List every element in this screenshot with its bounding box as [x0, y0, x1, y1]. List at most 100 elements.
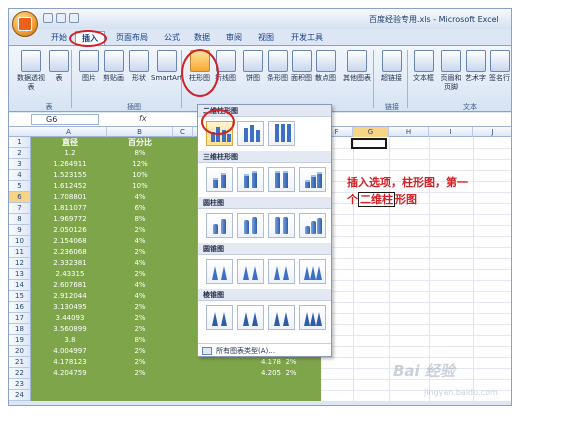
wordart-button[interactable]: 艺术字 [465, 50, 486, 83]
cone-stacked-icon[interactable] [237, 259, 264, 284]
redo-icon[interactable] [69, 13, 79, 23]
row-header[interactable]: 4 [9, 170, 31, 181]
cylinder-3d-icon[interactable] [299, 213, 326, 238]
area-chart-button[interactable]: 面积图 [291, 50, 312, 83]
column-header-g[interactable]: G [353, 127, 389, 137]
section-cylinder: 圆柱图 [198, 197, 331, 209]
cylinder-clustered-icon[interactable] [206, 213, 233, 238]
scatter-chart-button[interactable]: 散点图 [315, 50, 336, 83]
office-button[interactable] [12, 11, 38, 37]
row-header[interactable]: 6 [9, 192, 31, 203]
other-charts-button[interactable]: 其他图表 [343, 50, 371, 83]
gridline [321, 269, 511, 270]
cell-b: 2% [134, 369, 146, 377]
row-header[interactable]: 15 [9, 291, 31, 302]
fx-label[interactable]: fx [139, 114, 147, 123]
gridline [321, 357, 511, 358]
row-header[interactable]: 3 [9, 159, 31, 170]
column-header-i[interactable]: I [429, 127, 473, 137]
3d-stacked-column-icon[interactable] [237, 167, 264, 192]
row-header[interactable]: 8 [9, 214, 31, 225]
row-header[interactable]: 23 [9, 379, 31, 390]
row-header[interactable]: 18 [9, 324, 31, 335]
cell-b: 2% [134, 347, 146, 355]
cone-3d-icon[interactable] [299, 259, 326, 284]
annotation-text: 插入选项，柱形图，第一 个二维柱 形图 [347, 174, 497, 208]
pyramid-clustered-icon[interactable] [206, 305, 233, 330]
gallery-row-pyramid [206, 305, 326, 330]
row-header[interactable]: 12 [9, 258, 31, 269]
text-box-button[interactable]: 文本框 [413, 50, 434, 83]
row-header[interactable]: 5 [9, 181, 31, 192]
cell-a: 4.004997 [53, 347, 87, 355]
section-cone: 圆锥图 [198, 243, 331, 255]
save-icon[interactable] [43, 13, 53, 23]
row-header[interactable]: 24 [9, 390, 31, 401]
page: 百度经验专用.xls - Microsoft Excel 开始 插入 页面布局 … [0, 0, 568, 433]
pyramid-3d-icon[interactable] [299, 305, 326, 330]
row-header[interactable]: 9 [9, 225, 31, 236]
gridline [321, 324, 511, 325]
group-label-tables: 表 [45, 103, 53, 111]
column-header-c[interactable]: C [173, 127, 193, 137]
smartart-button[interactable]: SmartArt [151, 50, 183, 83]
tab-review[interactable]: 审阅 [221, 31, 247, 45]
bar-chart-button[interactable]: 条形图 [267, 50, 288, 83]
pyramid-percent-icon[interactable] [268, 305, 295, 330]
clip-art-button[interactable]: 剪贴画 [103, 50, 124, 83]
row-header[interactable]: 17 [9, 313, 31, 324]
pyramid-stacked-icon[interactable] [237, 305, 264, 330]
cone-clustered-icon[interactable] [206, 259, 233, 284]
cone-percent-icon[interactable] [268, 259, 295, 284]
row-header[interactable]: 2 [9, 148, 31, 159]
selected-cell-g6[interactable] [351, 138, 387, 149]
gridline [321, 225, 511, 226]
row-header[interactable]: 1 [9, 137, 31, 148]
hyperlink-button[interactable]: 超链接 [381, 50, 402, 83]
shapes-button[interactable]: 形状 [129, 50, 149, 83]
cell-a: 3.560899 [53, 325, 87, 333]
row-header[interactable]: 22 [9, 368, 31, 379]
percent-stacked-column-icon[interactable] [268, 121, 295, 146]
cell-a: 4.178123 [53, 358, 87, 366]
pivot-table-button[interactable]: 数据透视表 [17, 50, 45, 92]
column-header-b[interactable]: B [107, 127, 173, 137]
3d-clustered-column-icon[interactable] [206, 167, 233, 192]
3d-column-icon[interactable] [299, 167, 326, 192]
row-header[interactable]: 19 [9, 335, 31, 346]
tab-page-layout[interactable]: 页面布局 [109, 31, 155, 45]
header-footer-button[interactable]: 页眉和页脚 [439, 50, 463, 92]
row-header[interactable]: 7 [9, 203, 31, 214]
3d-percent-column-icon[interactable] [268, 167, 295, 192]
row-header[interactable]: 13 [9, 269, 31, 280]
cylinder-percent-icon[interactable] [268, 213, 295, 238]
column-header-j[interactable]: J [473, 127, 511, 137]
row-header[interactable]: 11 [9, 247, 31, 258]
tab-view[interactable]: 视图 [253, 31, 279, 45]
row-header[interactable]: 14 [9, 280, 31, 291]
row-header[interactable]: 10 [9, 236, 31, 247]
gridline [321, 236, 511, 237]
column-header-a[interactable]: A [31, 127, 107, 137]
group-separator [373, 50, 374, 108]
undo-icon[interactable] [56, 13, 66, 23]
all-chart-types-link[interactable]: 所有图表类型(A)... [198, 343, 331, 357]
row-header[interactable]: 21 [9, 357, 31, 368]
cylinder-stacked-icon[interactable] [237, 213, 264, 238]
tab-formulas[interactable]: 公式 [159, 31, 185, 45]
picture-button[interactable]: 图片 [79, 50, 99, 83]
column-header-h[interactable]: H [389, 127, 429, 137]
stacked-column-icon[interactable] [237, 121, 264, 146]
gridline [321, 159, 511, 160]
row-header[interactable]: 20 [9, 346, 31, 357]
signature-line-button[interactable]: 签名行 [489, 50, 510, 83]
area-chart-icon [291, 50, 312, 72]
section-3d-column: 三维柱形图 [198, 151, 331, 163]
name-box[interactable]: G6 [31, 114, 99, 125]
gridline [321, 346, 511, 347]
tab-data[interactable]: 数据 [189, 31, 215, 45]
pie-chart-button[interactable]: 饼图 [243, 50, 263, 83]
row-header[interactable]: 16 [9, 302, 31, 313]
table-button[interactable]: 表 [49, 50, 69, 83]
tab-developer[interactable]: 开发工具 [287, 31, 327, 45]
